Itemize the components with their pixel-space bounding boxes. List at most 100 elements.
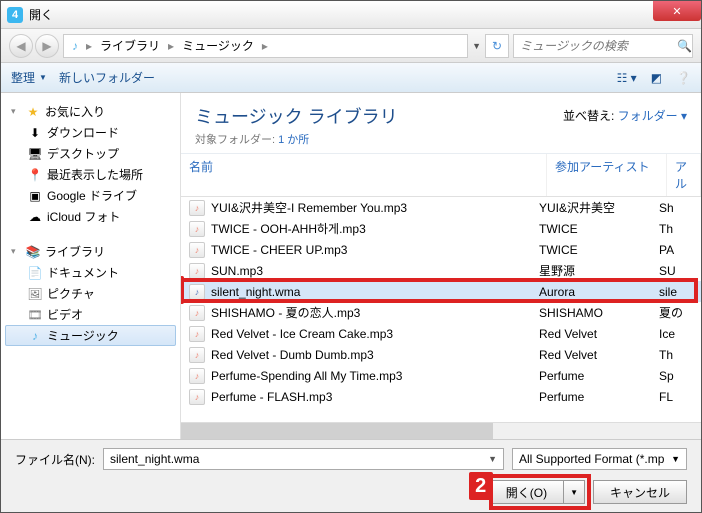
item-label: ピクチャ (47, 285, 95, 302)
filename-combo[interactable]: ▼ (103, 448, 504, 470)
item-icon: ☁ (27, 210, 43, 224)
column-headers: 名前 参加アーティスト アル (181, 154, 701, 197)
library-header: ミュージック ライブラリ 対象フォルダー: 1 か所 並べ替え: フォルダー ▾ (181, 93, 701, 154)
file-artist: TWICE (539, 222, 659, 236)
back-button[interactable]: ◀ (9, 34, 33, 58)
item-icon: 🖼 (27, 287, 43, 301)
chevron-right-icon: ▸ (258, 39, 272, 53)
sidebar-item[interactable]: 📄ドキュメント (5, 262, 176, 283)
file-row[interactable]: ♪Red Velvet - Dumb Dumb.mp3Red VelvetTh (181, 344, 701, 365)
file-artist: Perfume (539, 390, 659, 404)
item-icon: 📄 (27, 266, 43, 280)
file-row[interactable]: ♪YUI&沢井美空-I Remember You.mp3YUI&沢井美空Sh (181, 197, 701, 218)
crumb-libraries[interactable]: ライブラリ (96, 37, 164, 54)
file-name: Red Velvet - Dumb Dumb.mp3 (211, 348, 539, 362)
sort-by-link[interactable]: フォルダー ▾ (618, 109, 687, 123)
body: ▾ ★ お気に入り ⬇ ダウンロード 🖥 デスクトップ 📍 最近表示した場所 ▣Google… (1, 93, 701, 439)
horizontal-scrollbar[interactable] (181, 422, 701, 439)
view-options-button[interactable]: ☷ ▾ (617, 71, 637, 85)
file-album: PA (659, 243, 693, 257)
file-icon: ♪ (189, 326, 205, 342)
chevron-right-icon: ▸ (164, 39, 178, 53)
search-box[interactable]: 🔍 (513, 34, 693, 58)
preview-pane-button[interactable]: ◩ (651, 71, 662, 85)
file-album: Ice (659, 327, 693, 341)
file-row[interactable]: ♪TWICE - CHEER UP.mp3TWICEPA (181, 239, 701, 260)
sidebar-item[interactable]: ♪ミュージック (5, 325, 176, 346)
file-icon: ♪ (189, 347, 205, 363)
item-label: 最近表示した場所 (47, 166, 143, 183)
file-name: Red Velvet - Ice Cream Cake.mp3 (211, 327, 539, 341)
main-pane: ミュージック ライブラリ 対象フォルダー: 1 か所 並べ替え: フォルダー ▾… (181, 93, 701, 439)
chevron-down-icon: ▼ (39, 73, 47, 82)
toolbar: 整理 ▼ 新しいフォルダー ☷ ▾ ◩ ❔ (1, 63, 701, 93)
music-icon: ♪ (72, 39, 78, 53)
col-name[interactable]: 名前 (181, 154, 547, 196)
file-icon: ♪ (189, 221, 205, 237)
file-row[interactable]: ♪silent_night.wmaAurorasile1 (181, 281, 701, 302)
cancel-button[interactable]: キャンセル (593, 480, 687, 504)
file-list: ♪YUI&沢井美空-I Remember You.mp3YUI&沢井美空Sh♪T… (181, 197, 701, 422)
forward-button[interactable]: ▶ (35, 34, 59, 58)
filename-input[interactable] (110, 452, 488, 466)
filename-label: ファイル名(N): (15, 451, 95, 468)
filter-combo[interactable]: All Supported Format (*.mp ▼ (512, 448, 687, 470)
sidebar-item[interactable]: 📍 最近表示した場所 (5, 164, 176, 185)
file-row[interactable]: ♪Red Velvet - Ice Cream Cake.mp3Red Velv… (181, 323, 701, 344)
sidebar-item[interactable]: ▣Google ドライブ (5, 185, 176, 206)
item-icon: ♪ (27, 329, 43, 343)
organize-button[interactable]: 整理 ▼ (11, 69, 47, 86)
library-icon: 📚 (25, 245, 41, 259)
footer: ファイル名(N): ▼ All Supported Format (*.mp ▼… (1, 439, 701, 512)
libraries-header[interactable]: ▾ 📚 ライブラリ (5, 241, 176, 262)
help-button[interactable]: ❔ (676, 71, 691, 85)
open-dropdown-button[interactable]: ▼ (564, 480, 585, 504)
file-row[interactable]: ♪TWICE - OOH-AHH하게.mp3TWICETh (181, 218, 701, 239)
file-icon: ♪ (189, 368, 205, 384)
sidebar-item[interactable]: 🖥 デスクトップ (5, 143, 176, 164)
file-album: sile (659, 285, 693, 299)
sidebar-item[interactable]: ☁iCloud フォト (5, 206, 176, 227)
breadcrumb[interactable]: ♪ ▸ ライブラリ ▸ ミュージック ▸ (63, 34, 468, 58)
file-artist: SHISHAMO (539, 306, 659, 320)
item-label: ダウンロード (47, 124, 119, 141)
file-artist: 星野源 (539, 262, 659, 279)
item-label: デスクトップ (47, 145, 119, 162)
refresh-button[interactable]: ↻ (485, 34, 509, 58)
favorites-header[interactable]: ▾ ★ お気に入り (5, 101, 176, 122)
item-icon: 🖥 (27, 147, 43, 161)
sidebar-item[interactable]: 🖼 ピクチャ (5, 283, 176, 304)
file-icon: ♪ (189, 263, 205, 279)
open-button[interactable]: 開く(O) (489, 480, 564, 504)
item-icon: 📍 (27, 168, 43, 182)
file-artist: YUI&沢井美空 (539, 199, 659, 216)
file-row[interactable]: ♪Perfume - FLASH.mp3PerfumeFL (181, 386, 701, 407)
close-button[interactable]: ✕ (653, 1, 701, 21)
search-input[interactable] (520, 39, 677, 53)
file-name: TWICE - OOH-AHH하게.mp3 (211, 220, 539, 237)
chevron-down-icon[interactable]: ▼ (488, 454, 497, 464)
file-artist: Aurora (539, 285, 659, 299)
file-icon: ♪ (189, 389, 205, 405)
file-name: SUN.mp3 (211, 264, 539, 278)
chevron-down-icon: ▼ (671, 454, 680, 464)
new-folder-button[interactable]: 新しいフォルダー (59, 69, 155, 86)
window-title: 開く (29, 6, 53, 23)
file-row[interactable]: ♪SHISHAMO - 夏の恋人.mp3SHISHAMO夏の (181, 302, 701, 323)
file-row[interactable]: ♪ SUN.mp3星野源SU (181, 260, 701, 281)
sidebar-item[interactable]: ⬇ ダウンロード (5, 122, 176, 143)
file-open-dialog: 4 開く ✕ ◀ ▶ ♪ ▸ ライブラリ ▸ ミュージック ▸ ▼ ↻ 🔍 整理… (0, 0, 702, 513)
item-icon: ⬇ (27, 126, 43, 140)
sidebar-item[interactable]: 🎞ビデオ (5, 304, 176, 325)
chevron-down-icon: ▾ (11, 246, 21, 257)
file-album: SU (659, 264, 693, 278)
locations-link[interactable]: 1 か所 (278, 134, 309, 146)
history-dropdown[interactable]: ▼ (472, 41, 481, 51)
file-album: 夏の (659, 304, 693, 321)
col-album[interactable]: アル (667, 154, 701, 196)
file-icon: ♪ (189, 305, 205, 321)
col-artist[interactable]: 参加アーティスト (547, 154, 667, 196)
file-row[interactable]: ♪Perfume-Spending All My Time.mp3Perfume… (181, 365, 701, 386)
crumb-music[interactable]: ミュージック (178, 37, 258, 54)
titlebar: 4 開く ✕ (1, 1, 701, 29)
